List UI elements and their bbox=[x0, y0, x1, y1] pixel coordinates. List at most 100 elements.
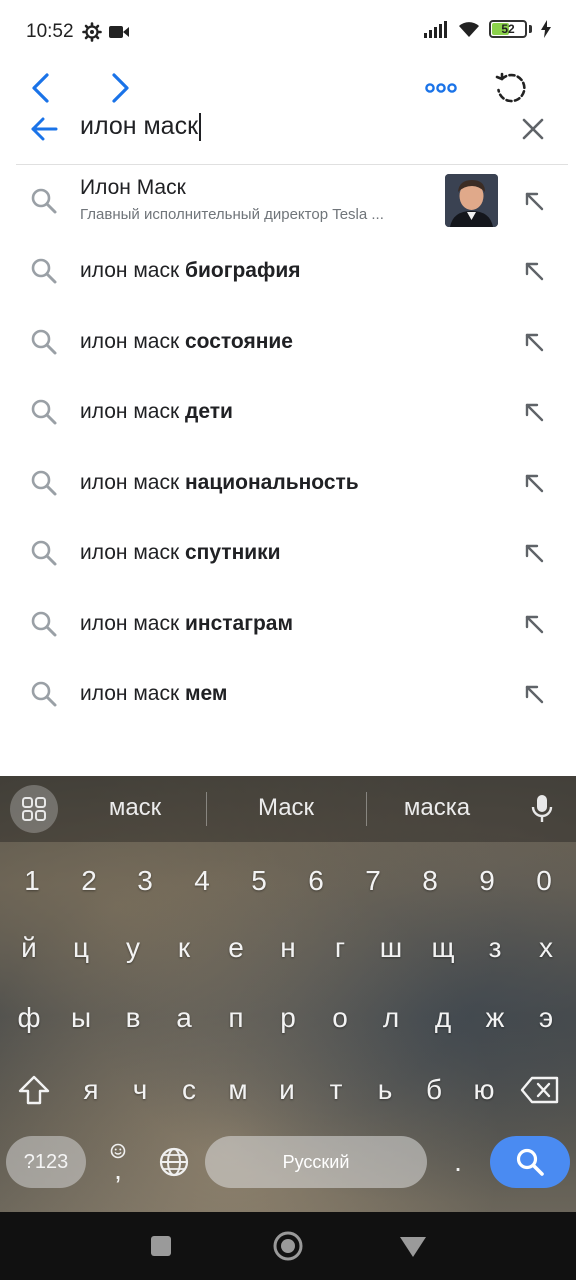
key-letter[interactable]: щ bbox=[419, 919, 467, 977]
wifi-icon bbox=[459, 22, 479, 37]
key-letter[interactable]: э bbox=[522, 989, 570, 1047]
more-options-button[interactable] bbox=[423, 70, 459, 106]
insert-arrow-icon[interactable] bbox=[522, 400, 546, 424]
insert-arrow-icon[interactable] bbox=[522, 189, 546, 213]
key-9[interactable]: 9 bbox=[463, 852, 511, 910]
search-enter-key[interactable] bbox=[490, 1136, 570, 1188]
suggestion-prefix: илон маск bbox=[80, 682, 185, 706]
microphone-icon[interactable] bbox=[530, 794, 554, 824]
word-suggestion-3[interactable]: маска bbox=[367, 794, 507, 822]
key-letter[interactable]: ч bbox=[116, 1061, 164, 1119]
grid-icon bbox=[22, 797, 46, 821]
insert-arrow-icon[interactable] bbox=[522, 259, 546, 283]
key-letter[interactable]: н bbox=[264, 919, 312, 977]
key-letter[interactable]: я bbox=[67, 1061, 115, 1119]
key-letter[interactable]: ц bbox=[57, 919, 105, 977]
entity-subtitle: Главный исполнительный директор Tesla ..… bbox=[80, 206, 384, 223]
back-nav-button[interactable] bbox=[23, 70, 59, 106]
key-letter[interactable]: ш bbox=[367, 919, 415, 977]
key-letter[interactable]: а bbox=[160, 989, 208, 1047]
insert-arrow-icon[interactable] bbox=[522, 682, 546, 706]
key-letter[interactable]: к bbox=[160, 919, 208, 977]
key-letter[interactable]: й bbox=[5, 919, 53, 977]
suggestion-text: илон маск состояние bbox=[80, 330, 293, 354]
key-letter[interactable]: х bbox=[522, 919, 570, 977]
back-triangle-icon[interactable] bbox=[399, 1236, 427, 1258]
list-item[interactable]: илон маск инстаграм bbox=[0, 589, 576, 660]
suggestion-completion: инстаграм bbox=[184, 611, 294, 635]
key-letter[interactable]: в bbox=[109, 989, 157, 1047]
key-3[interactable]: 3 bbox=[121, 852, 169, 910]
entity-thumbnail bbox=[445, 174, 498, 227]
key-letter[interactable]: ь bbox=[361, 1061, 409, 1119]
list-item[interactable]: илон маск мем bbox=[0, 659, 576, 730]
period-key[interactable]: . bbox=[440, 1136, 476, 1188]
key-8[interactable]: 8 bbox=[406, 852, 454, 910]
insert-arrow-icon[interactable] bbox=[522, 541, 546, 565]
key-2[interactable]: 2 bbox=[65, 852, 113, 910]
insert-arrow-icon[interactable] bbox=[522, 612, 546, 636]
history-button[interactable] bbox=[493, 70, 529, 106]
recent-apps-square-icon[interactable] bbox=[150, 1235, 172, 1257]
key-letter[interactable]: е bbox=[212, 919, 260, 977]
keyboard-menu-button[interactable] bbox=[10, 785, 58, 833]
symbols-key[interactable]: ?123 bbox=[6, 1136, 86, 1188]
key-letter[interactable]: с bbox=[165, 1061, 213, 1119]
keyboard-letter-row-3: я ч с м и т ь б ю bbox=[0, 1061, 576, 1119]
search-input[interactable]: илон маск bbox=[80, 112, 202, 141]
chevron-right-icon bbox=[112, 73, 129, 103]
suggestion-completion: биография bbox=[184, 259, 301, 283]
key-letter[interactable]: ж bbox=[471, 989, 519, 1047]
list-item[interactable]: илон маск спутники bbox=[0, 518, 576, 589]
suggestion-text: илон маск национальность bbox=[80, 471, 359, 495]
list-item[interactable]: илон маск биография bbox=[0, 236, 576, 307]
search-icon bbox=[516, 1148, 544, 1176]
key-letter[interactable]: ф bbox=[5, 989, 53, 1047]
key-letter[interactable]: т bbox=[312, 1061, 360, 1119]
key-4[interactable]: 4 bbox=[178, 852, 226, 910]
key-letter[interactable]: д bbox=[419, 989, 467, 1047]
backspace-key[interactable] bbox=[516, 1061, 564, 1119]
suggestion-completion: национальность bbox=[184, 470, 359, 494]
key-letter[interactable]: и bbox=[263, 1061, 311, 1119]
key-letter[interactable]: г bbox=[316, 919, 364, 977]
home-circle-icon[interactable] bbox=[272, 1230, 304, 1262]
key-0[interactable]: 0 bbox=[520, 852, 568, 910]
forward-nav-button[interactable] bbox=[102, 70, 138, 106]
key-letter[interactable]: п bbox=[212, 989, 260, 1047]
insert-arrow-icon[interactable] bbox=[522, 471, 546, 495]
shift-key[interactable] bbox=[10, 1061, 58, 1119]
key-letter[interactable]: о bbox=[316, 989, 364, 1047]
status-left-icons bbox=[81, 22, 130, 42]
insert-arrow-icon[interactable] bbox=[522, 330, 546, 354]
search-row: илон маск bbox=[0, 108, 576, 152]
entity-suggestion[interactable]: Илон Маск Главный исполнительный директо… bbox=[0, 166, 576, 236]
clear-close-icon[interactable] bbox=[522, 118, 544, 140]
list-item[interactable]: илон маск национальность bbox=[0, 448, 576, 519]
key-letter[interactable]: з bbox=[471, 919, 519, 977]
key-letter[interactable]: ы bbox=[57, 989, 105, 1047]
key-letter[interactable]: у bbox=[109, 919, 157, 977]
key-5[interactable]: 5 bbox=[235, 852, 283, 910]
key-6[interactable]: 6 bbox=[292, 852, 340, 910]
key-letter[interactable]: р bbox=[264, 989, 312, 1047]
list-item[interactable]: илон маск состояние bbox=[0, 307, 576, 378]
key-1[interactable]: 1 bbox=[8, 852, 56, 910]
arrow-back-icon[interactable] bbox=[30, 116, 58, 142]
status-bar: 10:52 52 bbox=[0, 0, 576, 64]
key-letter[interactable]: б bbox=[410, 1061, 458, 1119]
list-item[interactable]: илон маск дети bbox=[0, 377, 576, 448]
search-icon bbox=[31, 188, 57, 214]
emoji-comma-key[interactable]: , bbox=[100, 1136, 136, 1188]
suggestion-text: илон маск мем bbox=[80, 682, 227, 706]
word-suggestion-1[interactable]: маск bbox=[65, 794, 205, 822]
key-letter[interactable]: л bbox=[367, 989, 415, 1047]
word-suggestion-2[interactable]: Маск bbox=[216, 794, 356, 822]
keyboard-suggestion-strip: маск Маск маска bbox=[0, 776, 576, 842]
key-letter[interactable]: м bbox=[214, 1061, 262, 1119]
key-7[interactable]: 7 bbox=[349, 852, 397, 910]
language-key[interactable] bbox=[154, 1142, 194, 1182]
space-bar[interactable]: Русский bbox=[205, 1136, 427, 1188]
suggestion-prefix: илон маск bbox=[80, 470, 185, 494]
key-letter[interactable]: ю bbox=[460, 1061, 508, 1119]
